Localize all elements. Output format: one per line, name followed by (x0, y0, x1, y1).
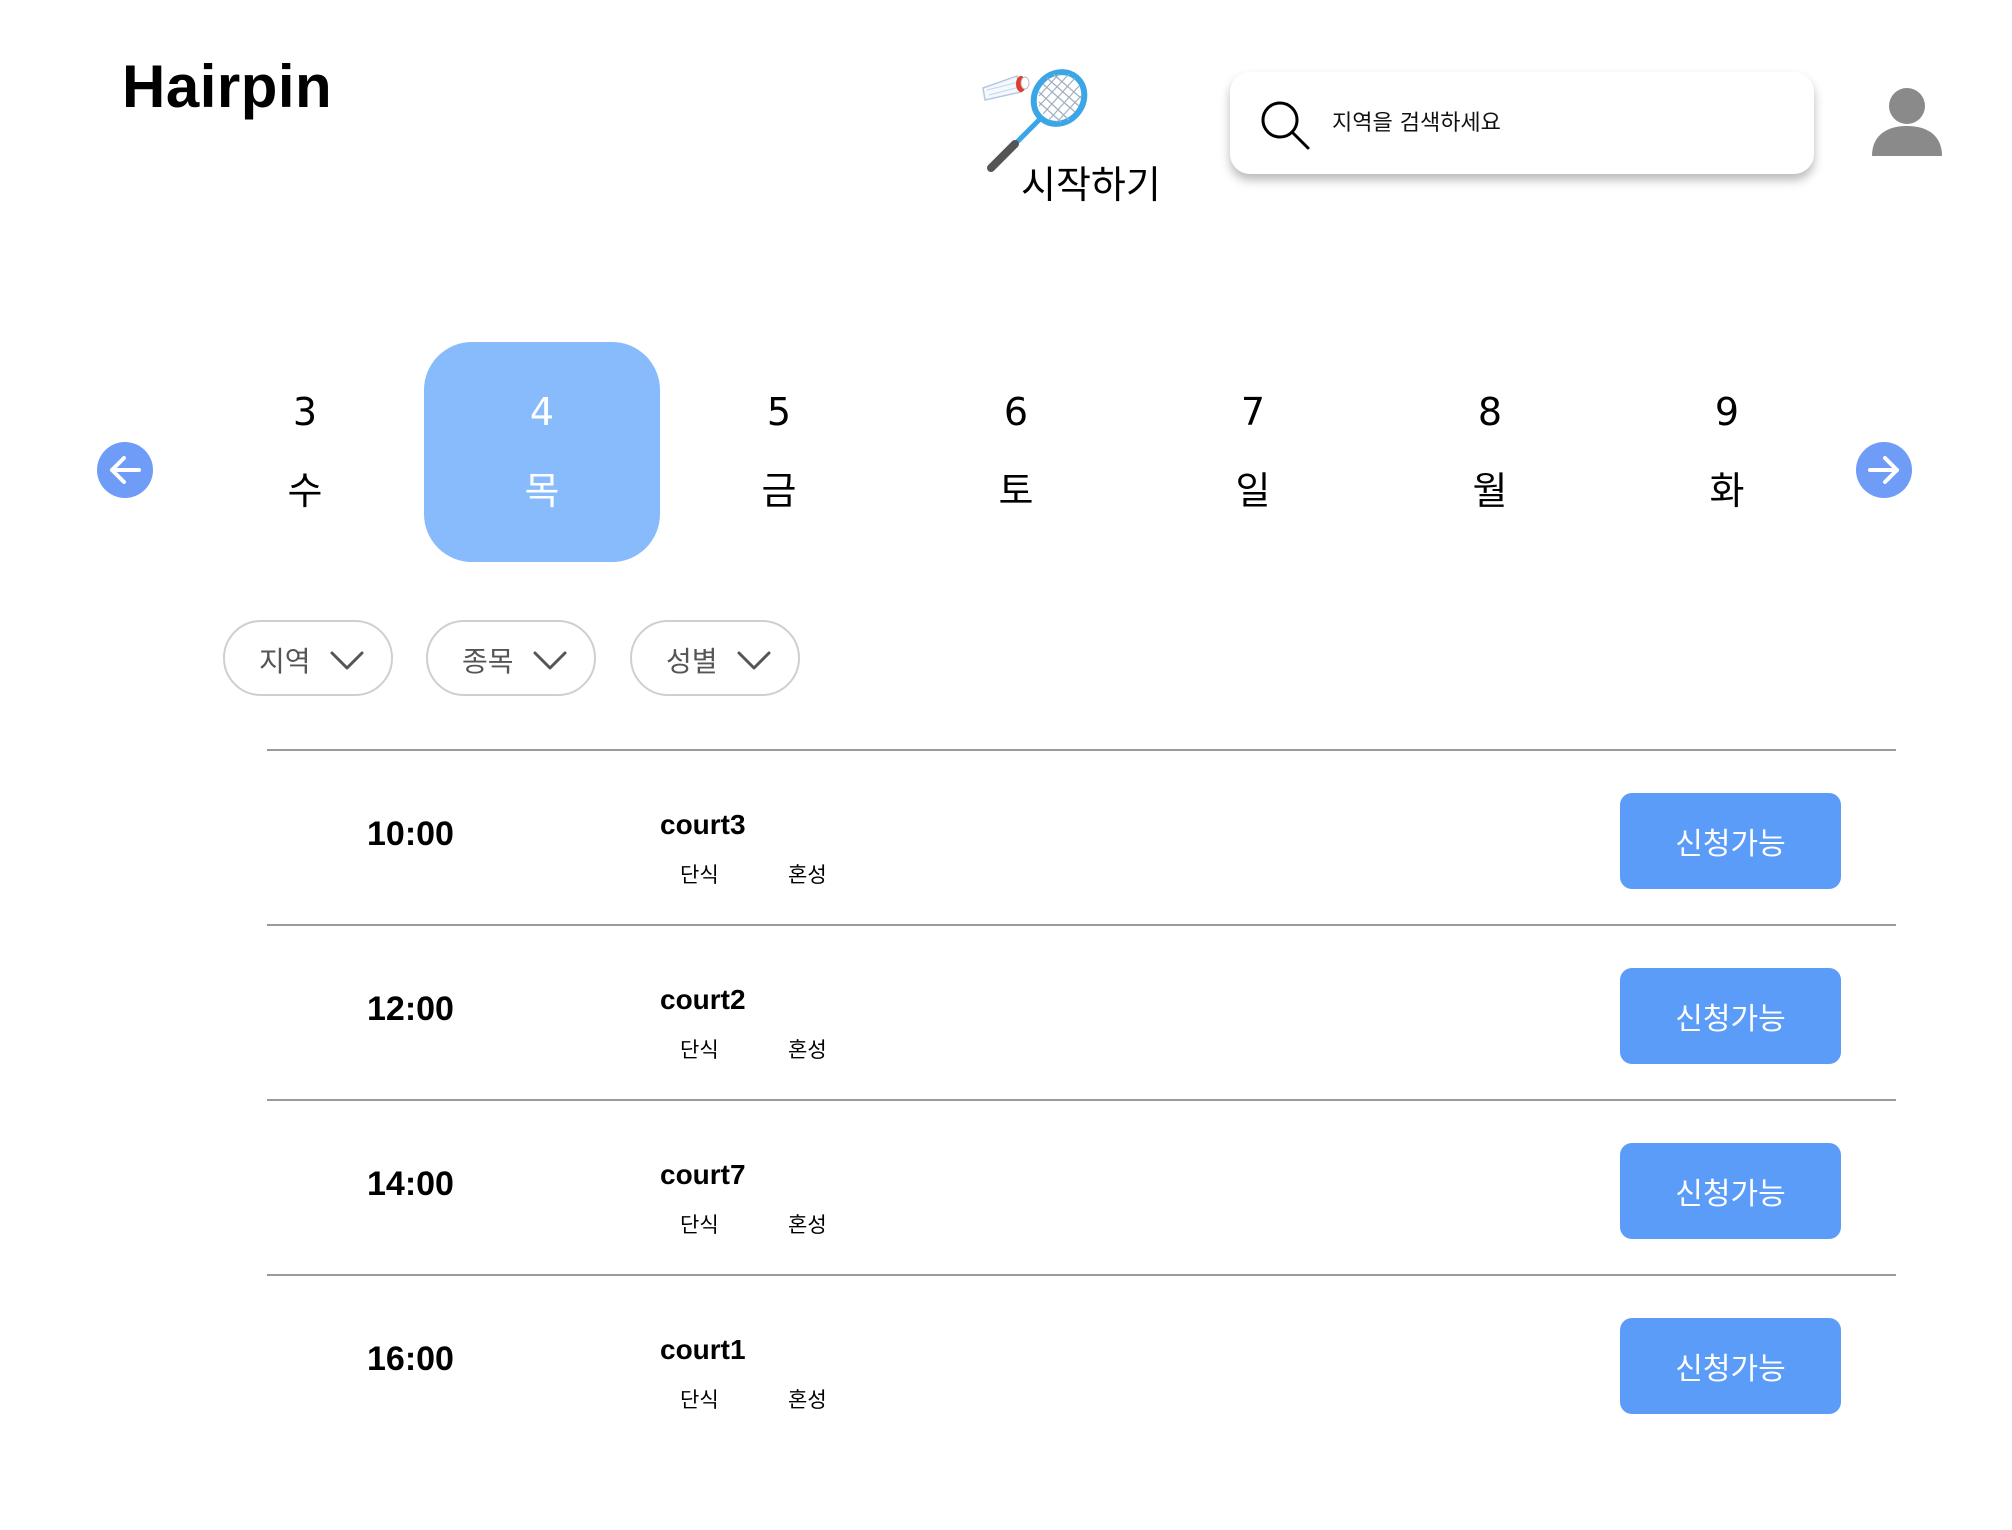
slot-time: 12:00 (367, 990, 454, 1028)
date-weekday: 일 (1235, 469, 1271, 513)
date-number: 6 (1003, 390, 1029, 434)
chevron-down-icon (330, 651, 364, 670)
date-number: 8 (1477, 390, 1503, 434)
slot-type: 단식 (680, 863, 719, 887)
slot-gender: 혼성 (788, 1388, 827, 1412)
date-weekday: 토 (998, 469, 1034, 513)
slot-type: 단식 (680, 1038, 719, 1062)
date-5[interactable]: 5 금 (661, 342, 897, 562)
filter-label: 성별 (666, 645, 718, 678)
search-input[interactable] (1330, 100, 1774, 146)
next-week-button[interactable] (1856, 442, 1912, 498)
prev-week-button[interactable] (97, 442, 153, 498)
date-4-selected[interactable]: 4 목 (424, 342, 660, 562)
arrow-right-icon (1868, 456, 1899, 484)
chevron-down-icon (737, 651, 771, 670)
user-avatar-icon[interactable] (1872, 86, 1942, 156)
filter-label: 지역 (259, 645, 311, 678)
slot-time: 14:00 (367, 1165, 454, 1203)
date-6[interactable]: 6 토 (898, 342, 1134, 562)
arrow-left-icon (110, 456, 141, 484)
date-number: 3 (292, 390, 318, 434)
date-weekday: 화 (1709, 469, 1745, 513)
date-7[interactable]: 7 일 (1135, 342, 1371, 562)
slot-row: 16:00 court1 단식 혼성 신청가능 (267, 1276, 1896, 1451)
date-9[interactable]: 9 화 (1609, 342, 1845, 562)
date-8[interactable]: 8 월 (1372, 342, 1608, 562)
slot-row: 10:00 court3 단식 혼성 신청가능 (267, 751, 1896, 926)
date-weekday: 금 (761, 469, 797, 513)
apply-button[interactable]: 신청가능 (1620, 793, 1841, 889)
date-weekday: 월 (1472, 469, 1508, 513)
filter-region[interactable]: 지역 (223, 620, 393, 696)
filter-label: 종목 (462, 645, 514, 678)
filter-sport[interactable]: 종목 (426, 620, 596, 696)
apply-button[interactable]: 신청가능 (1620, 1318, 1841, 1414)
slot-type: 단식 (680, 1388, 719, 1412)
app-logo[interactable]: Hairpin (122, 52, 332, 121)
date-number: 9 (1714, 390, 1740, 434)
date-3[interactable]: 3 수 (187, 342, 423, 562)
slot-gender: 혼성 (788, 1038, 827, 1062)
date-weekday: 수 (287, 469, 323, 513)
slot-type: 단식 (680, 1213, 719, 1237)
start-button[interactable]: 시작하기 (975, 62, 1185, 212)
slot-row: 12:00 court2 단식 혼성 신청가능 (267, 926, 1896, 1101)
slot-court: court7 (660, 1159, 746, 1190)
apply-button[interactable]: 신청가능 (1620, 1143, 1841, 1239)
slot-row: 14:00 court7 단식 혼성 신청가능 (267, 1101, 1896, 1276)
date-weekday: 목 (524, 469, 560, 513)
date-number: 7 (1240, 390, 1266, 434)
chevron-down-icon (533, 651, 567, 670)
date-number: 4 (529, 390, 555, 434)
filter-gender[interactable]: 성별 (630, 620, 800, 696)
slot-gender: 혼성 (788, 863, 827, 887)
search-bar (1230, 72, 1814, 174)
slot-gender: 혼성 (788, 1213, 827, 1237)
slot-court: court3 (660, 809, 746, 840)
slot-court: court2 (660, 984, 746, 1015)
date-number: 5 (766, 390, 792, 434)
slot-court: court1 (660, 1334, 746, 1365)
slot-time: 10:00 (367, 815, 454, 853)
start-label: 시작하기 (1021, 163, 1161, 207)
search-icon[interactable] (1258, 98, 1314, 154)
apply-button[interactable]: 신청가능 (1620, 968, 1841, 1064)
slot-time: 16:00 (367, 1340, 454, 1378)
